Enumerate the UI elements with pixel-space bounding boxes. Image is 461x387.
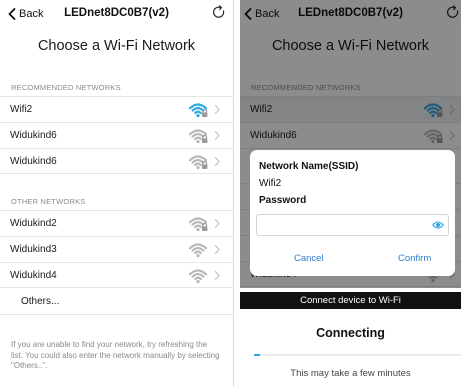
wifi-password-dialog: Network Name(SSID) Wifi2 Password Cancel… — [250, 150, 455, 276]
wifi-icon — [188, 269, 208, 284]
ssid-label: Network Name(SSID) — [259, 161, 359, 172]
ssid-value: Wifi2 — [259, 178, 282, 189]
connecting-status: Connecting — [316, 326, 385, 340]
nav-bar: Back LEDnet8DC0B7(v2) — [0, 0, 233, 28]
chevron-right-icon — [214, 218, 220, 229]
network-list-screen: Back LEDnet8DC0B7(v2) Choose a Wi-Fi Net… — [0, 0, 234, 387]
others-label: Others... — [21, 296, 60, 307]
password-input[interactable] — [256, 214, 449, 236]
network-name: Widukind6 — [10, 156, 57, 167]
chevron-right-icon — [214, 130, 220, 141]
other-networks-header: OTHER NETWORKS — [11, 197, 86, 206]
refresh-icon[interactable] — [212, 5, 226, 20]
wifi-locked-icon — [188, 155, 208, 170]
connect-progress-bar — [254, 354, 461, 356]
chevron-right-icon — [214, 244, 220, 255]
password-dialog-screen: Back LEDnet8DC0B7(v2) Choose a Wi-Fi Net… — [240, 0, 461, 387]
network-row[interactable]: Widukind4 — [0, 262, 233, 288]
network-name: Widukind3 — [10, 244, 57, 255]
connect-progress-fill — [254, 354, 261, 356]
nav-title: LEDnet8DC0B7(v2) — [64, 7, 169, 19]
network-row[interactable]: Wifi2 — [0, 96, 233, 122]
cancel-button[interactable]: Cancel — [294, 253, 324, 264]
wifi-icon — [188, 243, 208, 258]
wifi-locked-icon — [188, 217, 208, 232]
network-name: Widukind2 — [10, 218, 57, 229]
chevron-right-icon — [214, 156, 220, 167]
chevron-right-icon — [214, 270, 220, 281]
network-row[interactable]: Widukind6 — [0, 122, 233, 148]
others-button[interactable]: Others... — [0, 289, 233, 315]
confirm-button[interactable]: Confirm — [398, 253, 431, 264]
page-title: Choose a Wi-Fi Network — [37, 38, 196, 54]
eye-icon[interactable] — [432, 220, 444, 230]
help-text: If you are unable to find your network, … — [11, 340, 220, 370]
network-row[interactable]: Widukind3 — [0, 236, 233, 262]
network-name: Widukind4 — [10, 270, 57, 281]
network-row[interactable]: Widukind2 — [0, 210, 233, 236]
network-name: Widukind6 — [10, 130, 57, 141]
chevron-right-icon — [214, 104, 220, 115]
recommended-networks-header: RECOMMENDED NETWORKS — [11, 83, 121, 92]
network-name: Wifi2 — [10, 104, 33, 115]
connecting-sheet: Connect device to Wi-Fi Connecting This … — [240, 288, 461, 387]
wifi-locked-icon — [188, 129, 208, 144]
wait-hint: This may take a few minutes — [290, 368, 411, 379]
password-label: Password — [259, 195, 307, 206]
sheet-title-bar: Connect device to Wi-Fi — [240, 292, 461, 309]
network-row[interactable]: Widukind6 — [0, 148, 233, 174]
wifi-locked-icon — [188, 103, 208, 118]
